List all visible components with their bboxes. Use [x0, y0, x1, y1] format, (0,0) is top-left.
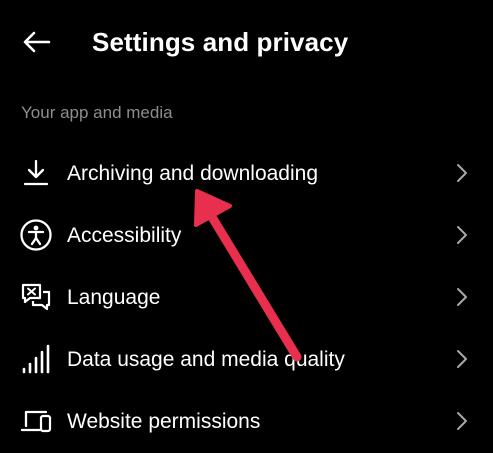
- back-button[interactable]: [14, 22, 58, 62]
- settings-item-label: Website permissions: [67, 410, 261, 433]
- page-title: Settings and privacy: [92, 27, 349, 57]
- settings-item-label: Archiving and downloading: [67, 162, 319, 185]
- settings-item-archiving-and-downloading[interactable]: Archiving and downloading: [0, 143, 493, 205]
- signal-bars-icon: [18, 341, 54, 377]
- chevron-right-icon: [457, 412, 467, 430]
- chevron-right-icon: [457, 288, 467, 306]
- header-bar: Settings and privacy: [0, 0, 493, 84]
- settings-item-label: Accessibility: [67, 224, 182, 247]
- settings-item-data-usage-and-media-quality[interactable]: Data usage and media quality: [0, 329, 493, 391]
- settings-item-label: Data usage and media quality: [67, 348, 345, 371]
- settings-item-language[interactable]: Language: [0, 267, 493, 329]
- settings-item-accessibility[interactable]: Accessibility: [0, 205, 493, 267]
- arrow-left-icon: [23, 31, 51, 53]
- chevron-right-icon: [457, 350, 467, 368]
- chevron-right-icon: [457, 164, 467, 182]
- download-icon: [18, 155, 54, 191]
- settings-list: Archiving and downloading Accessibility …: [0, 143, 493, 453]
- accessibility-icon: [18, 217, 54, 253]
- chevron-right-icon: [457, 226, 467, 244]
- settings-item-website-permissions[interactable]: Website permissions: [0, 391, 493, 453]
- translate-icon: [18, 279, 54, 315]
- devices-icon: [18, 403, 54, 439]
- settings-item-label: Language: [67, 286, 161, 309]
- section-header: Your app and media: [21, 103, 173, 122]
